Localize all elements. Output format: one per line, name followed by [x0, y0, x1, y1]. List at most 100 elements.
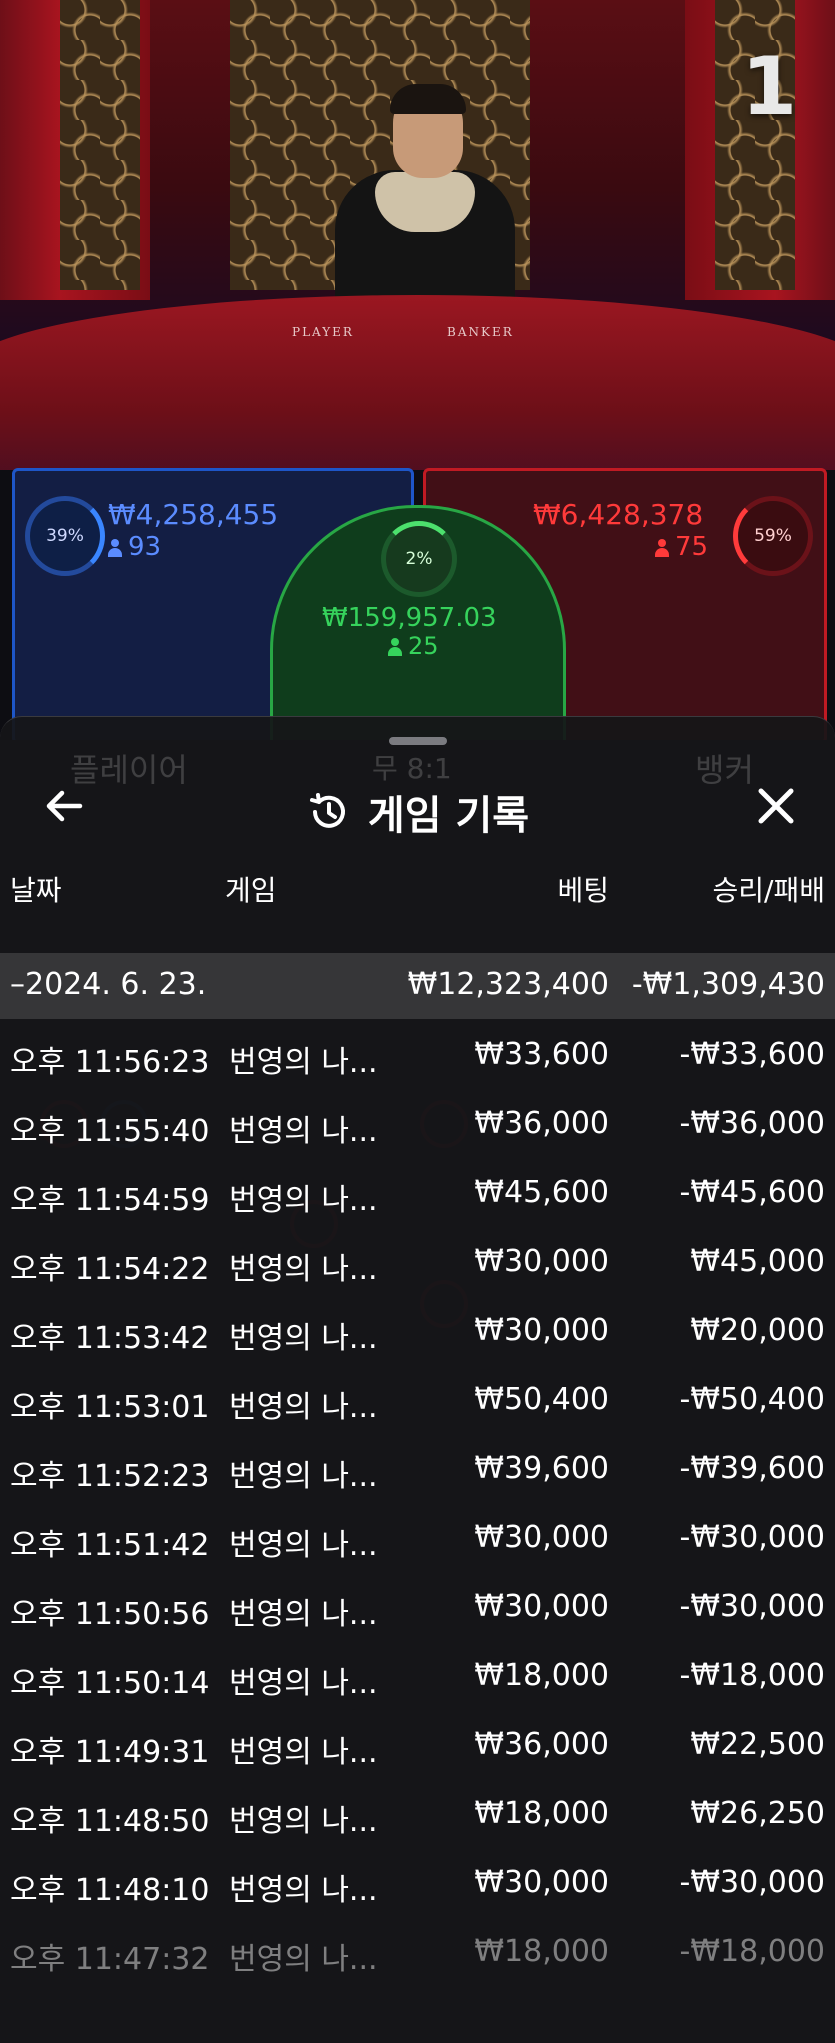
- row-game: 번영의 나...: [229, 1528, 378, 1563]
- row-winloss: -₩33,600: [679, 1037, 825, 1072]
- row-bet: ₩30,000: [474, 1313, 609, 1348]
- round-number: 1: [741, 40, 797, 133]
- player-count-value: 93: [128, 532, 162, 562]
- row-game: 번영의 나...: [229, 1114, 378, 1149]
- row-bet: ₩30,000: [474, 1865, 609, 1900]
- row-game: 번영의 나...: [229, 1942, 378, 1977]
- row-winloss: ₩26,250: [690, 1796, 825, 1831]
- history-row[interactable]: 오후 11:54:22 번영의 나... ₩30,000 ₩45,000: [0, 1230, 835, 1299]
- player-total-bet: ₩4,258,455: [108, 498, 279, 531]
- baccarat-table: [0, 295, 835, 470]
- row-game: 번영의 나...: [229, 1183, 378, 1218]
- close-button[interactable]: [751, 781, 801, 831]
- banker-total-bet: ₩6,428,378: [533, 498, 704, 531]
- row-bet: ₩18,000: [474, 1796, 609, 1831]
- row-winloss: -₩30,000: [679, 1865, 825, 1900]
- col-game-header: 게임: [225, 874, 277, 907]
- date-summary-row[interactable]: –2024. 6. 23. ₩12,323,400 -₩1,309,430: [0, 953, 835, 1019]
- row-time: 오후 11:52:23: [10, 1459, 210, 1494]
- row-winloss: -₩18,000: [679, 1658, 825, 1693]
- sheet-header: 게임 기록: [0, 761, 835, 851]
- row-time: 오후 11:48:10: [10, 1873, 210, 1908]
- row-game: 번영의 나...: [229, 1252, 378, 1287]
- row-time: 오후 11:53:01: [10, 1390, 210, 1425]
- row-time: 오후 11:49:31: [10, 1735, 210, 1770]
- history-row[interactable]: 오후 11:47:32 번영의 나... ₩18,000 -₩18,000: [0, 1920, 835, 1989]
- row-bet: ₩36,000: [474, 1727, 609, 1762]
- player-percent: 39%: [46, 526, 84, 546]
- row-game: 번영의 나...: [229, 1321, 378, 1356]
- history-row[interactable]: 오후 11:52:23 번영의 나... ₩39,600 -₩39,600: [0, 1437, 835, 1506]
- history-row[interactable]: 오후 11:51:42 번영의 나... ₩30,000 -₩30,000: [0, 1506, 835, 1575]
- row-bet: ₩30,000: [474, 1520, 609, 1555]
- col-bet-header: 베팅: [557, 874, 609, 907]
- row-winloss: -₩39,600: [679, 1451, 825, 1486]
- banker-count-value: 75: [675, 532, 709, 562]
- decor-panel: [60, 0, 140, 290]
- history-rows: 오후 11:56:23 번영의 나... ₩33,600 -₩33,600 오후 11:…: [0, 1023, 835, 1989]
- tie-bettor-count: 25: [388, 632, 439, 660]
- close-icon: [758, 788, 794, 824]
- history-row[interactable]: 오후 11:54:59 번영의 나... ₩45,600 -₩45,600: [0, 1161, 835, 1230]
- history-row[interactable]: 오후 11:50:56 번영의 나... ₩30,000 -₩30,000: [0, 1575, 835, 1644]
- person-icon: [388, 638, 402, 656]
- dealer-collar: [375, 172, 475, 232]
- history-row[interactable]: 오후 11:48:10 번영의 나... ₩30,000 -₩30,000: [0, 1851, 835, 1920]
- row-winloss: -₩36,000: [679, 1106, 825, 1141]
- summary-date: –2024. 6. 23.: [10, 967, 207, 1002]
- row-winloss: ₩22,500: [690, 1727, 825, 1762]
- row-game: 번영의 나...: [229, 1597, 378, 1632]
- row-game: 번영의 나...: [229, 1390, 378, 1425]
- history-row[interactable]: 오후 11:50:14 번영의 나... ₩18,000 -₩18,000: [0, 1644, 835, 1713]
- tie-total-bet: ₩159,957.03: [322, 603, 497, 633]
- row-bet: ₩50,400: [474, 1382, 609, 1417]
- live-video-feed: PLAYER BANKER 1: [0, 0, 835, 470]
- row-winloss: -₩30,000: [679, 1589, 825, 1624]
- player-bettor-count: 93: [108, 532, 161, 562]
- row-winloss: -₩45,600: [679, 1175, 825, 1210]
- history-row[interactable]: 오후 11:49:31 번영의 나... ₩36,000 ₩22,500: [0, 1713, 835, 1782]
- banker-percent-ring: 59%: [733, 496, 813, 576]
- col-winloss-header: 승리/패배: [712, 874, 825, 907]
- row-game: 번영의 나...: [229, 1666, 378, 1701]
- row-bet: ₩30,000: [474, 1244, 609, 1279]
- person-icon: [655, 539, 669, 557]
- sheet-title: 게임 기록: [367, 793, 530, 839]
- tie-percent: 2%: [405, 549, 433, 569]
- row-bet: ₩18,000: [474, 1934, 609, 1969]
- person-icon: [108, 539, 122, 557]
- column-headers: 날짜 게임 베팅 승리/패배: [0, 869, 835, 909]
- row-winloss: ₩45,000: [690, 1244, 825, 1279]
- row-game: 번영의 나...: [229, 1459, 378, 1494]
- row-winloss: ₩20,000: [690, 1313, 825, 1348]
- sheet-drag-handle[interactable]: [389, 737, 447, 745]
- history-row[interactable]: 오후 11:53:42 번영의 나... ₩30,000 ₩20,000: [0, 1299, 835, 1368]
- row-time: 오후 11:51:42: [10, 1528, 210, 1563]
- row-time: 오후 11:54:59: [10, 1183, 210, 1218]
- player-percent-ring: 39%: [25, 496, 105, 576]
- row-game: 번영의 나...: [229, 1804, 378, 1839]
- row-game: 번영의 나...: [229, 1735, 378, 1770]
- history-row[interactable]: 오후 11:53:01 번영의 나... ₩50,400 -₩50,400: [0, 1368, 835, 1437]
- row-bet: ₩33,600: [474, 1037, 609, 1072]
- title-group: 게임 기록: [0, 783, 835, 841]
- row-time: 오후 11:50:14: [10, 1666, 210, 1701]
- row-winloss: -₩18,000: [679, 1934, 825, 1969]
- history-row[interactable]: 오후 11:56:23 번영의 나... ₩33,600 -₩33,600: [0, 1023, 835, 1092]
- tie-percent-ring: 2%: [381, 521, 457, 597]
- row-time: 오후 11:48:50: [10, 1804, 210, 1839]
- banker-bettor-count: 75: [655, 532, 708, 562]
- history-row[interactable]: 오후 11:48:50 번영의 나... ₩18,000 ₩26,250: [0, 1782, 835, 1851]
- col-date-header: 날짜: [10, 874, 62, 907]
- summary-winloss-total: -₩1,309,430: [631, 967, 825, 1002]
- row-bet: ₩18,000: [474, 1658, 609, 1693]
- row-game: 번영의 나...: [229, 1045, 378, 1080]
- row-bet: ₩39,600: [474, 1451, 609, 1486]
- row-time: 오후 11:53:42: [10, 1321, 210, 1356]
- game-history-sheet: 플레이어 무 8:1 뱅커 게임 기록 날짜 게임 베팅 승리/패배 –2024…: [0, 716, 835, 2043]
- row-time: 오후 11:47:32: [10, 1942, 210, 1977]
- tie-count-value: 25: [408, 632, 439, 660]
- history-row[interactable]: 오후 11:55:40 번영의 나... ₩36,000 -₩36,000: [0, 1092, 835, 1161]
- felt-banker-label: BANKER: [447, 325, 514, 339]
- row-bet: ₩36,000: [474, 1106, 609, 1141]
